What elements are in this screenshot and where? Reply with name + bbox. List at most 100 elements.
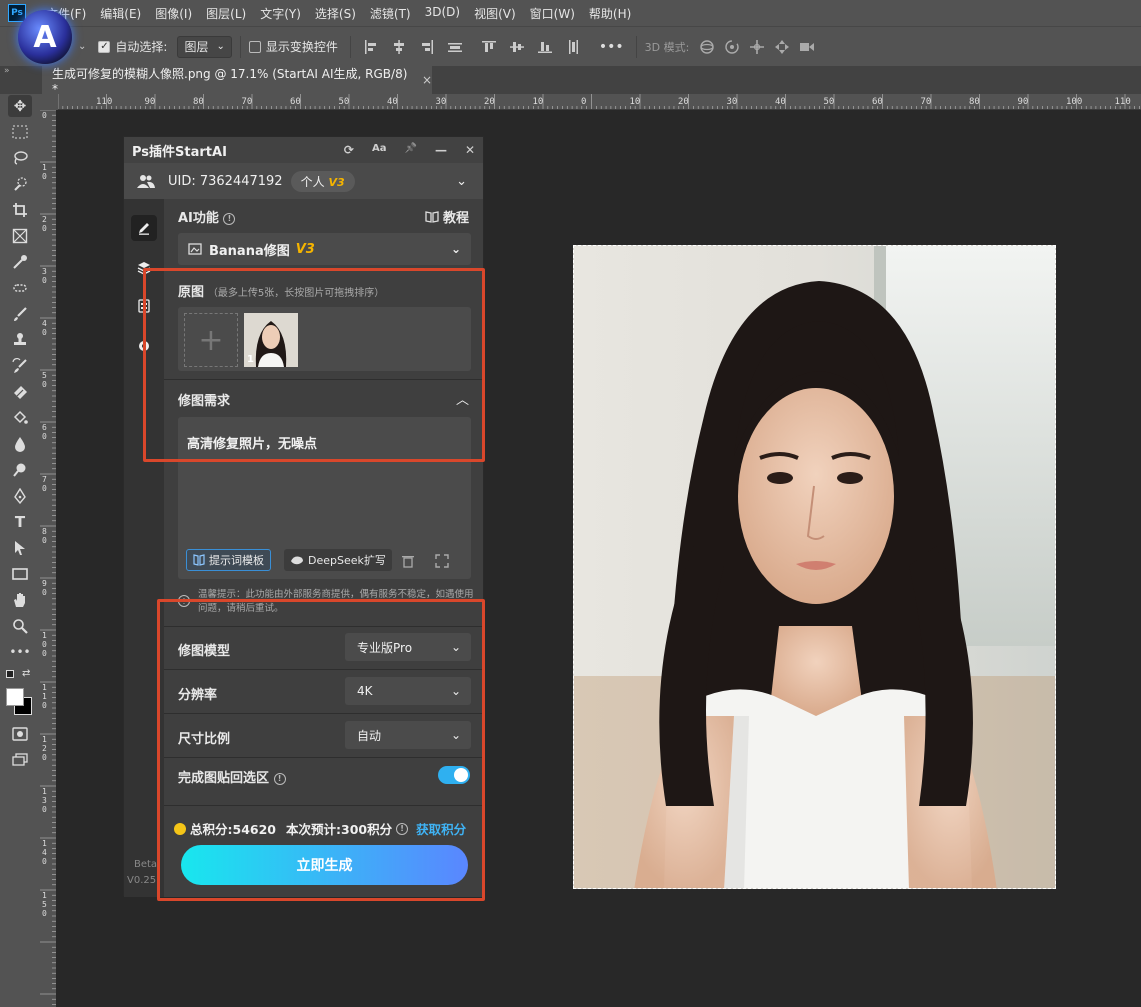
history-brush-tool-icon[interactable] (8, 355, 32, 377)
close-icon[interactable]: ✕ (465, 143, 475, 157)
menu-layer[interactable]: 图层(L) (206, 5, 246, 22)
ai-function-label: AI功能 (178, 211, 219, 226)
eyedropper-tool-icon[interactable] (8, 251, 32, 273)
version-label: V0.25. (127, 875, 160, 886)
menu-view[interactable]: 视图(V) (474, 5, 516, 22)
deepseek-expand-button[interactable]: DeepSeek扩写 (284, 549, 392, 571)
rectangle-tool-icon[interactable] (8, 563, 32, 585)
menu-edit[interactable]: 编辑(E) (100, 5, 141, 22)
tool-preset-chevron-icon[interactable]: ⌄ (78, 41, 86, 52)
ruler-label: 0 (42, 224, 47, 233)
screen-mode-icon[interactable] (8, 749, 32, 771)
panel-collapse-icon[interactable]: » (4, 66, 10, 76)
distribute-horizontal-icon[interactable] (447, 39, 463, 55)
align-middle-icon[interactable] (509, 39, 525, 55)
dodge-tool-icon[interactable] (8, 459, 32, 481)
plan-badge: 个人 V3 (290, 170, 355, 192)
ruler-label: 20 (678, 97, 689, 107)
blur-tool-icon[interactable] (8, 433, 32, 455)
minimize-icon[interactable]: — (435, 143, 447, 157)
menu-type[interactable]: 文字(Y) (260, 5, 301, 22)
foreground-color-swatch[interactable] (6, 688, 24, 706)
swap-colors-icon[interactable]: ⇄ (22, 668, 30, 679)
type-tool-icon[interactable]: T (8, 511, 32, 533)
lasso-tool-icon[interactable] (8, 147, 32, 169)
quick-mask-icon[interactable] (8, 723, 32, 745)
menu-help[interactable]: 帮助(H) (589, 5, 631, 22)
paint-bucket-tool-icon[interactable] (8, 407, 32, 429)
align-bottom-icon[interactable] (537, 39, 553, 55)
fullscreen-icon[interactable] (435, 554, 449, 568)
ruler-label: 110 (1115, 97, 1131, 107)
path-selection-tool-icon[interactable] (8, 537, 32, 559)
chevron-down-icon: ⌄ (216, 41, 225, 52)
3d-camera-icon[interactable] (799, 39, 815, 55)
zoom-tool-icon[interactable] (8, 615, 32, 637)
menu-image[interactable]: 图像(I) (155, 5, 192, 22)
quick-selection-tool-icon[interactable] (8, 173, 32, 195)
info-icon[interactable]: ! (223, 212, 236, 225)
auto-select-dropdown[interactable]: 图层 ⌄ (177, 35, 232, 58)
font-size-icon[interactable]: Aa (372, 143, 387, 157)
ruler-label: 4 (42, 319, 47, 328)
distribute-vertical-icon[interactable] (565, 39, 581, 55)
delete-icon[interactable] (401, 554, 415, 568)
3d-orbit-icon[interactable] (699, 39, 715, 55)
ruler-corner (40, 94, 58, 110)
crop-tool-icon[interactable] (8, 199, 32, 221)
3d-pan-icon[interactable] (749, 39, 765, 55)
3d-slide-icon[interactable] (774, 39, 790, 55)
move-tool-icon[interactable]: ✥ (8, 95, 32, 117)
pin-icon[interactable]: 📌 (404, 143, 416, 157)
3d-roll-icon[interactable] (724, 39, 740, 55)
eraser-tool-icon[interactable] (8, 381, 32, 403)
horizontal-ruler[interactable]: 110 90 80 70 60 50 40 30 20 10 0 10 20 30 40 50 60 70 80 90… (58, 94, 1141, 110)
menu-filter[interactable]: 滤镜(T) (370, 5, 411, 22)
hand-tool-icon[interactable] (8, 589, 32, 611)
menu-items: 文件(F) 编辑(E) 图像(I) 图层(L) 文字(Y) 选择(S) 滤镜(T… (46, 5, 631, 22)
clone-stamp-tool-icon[interactable] (8, 329, 32, 351)
menu-bar: Ps 文件(F) 编辑(E) 图像(I) 图层(L) 文字(Y) 选择(S) 滤… (0, 0, 1141, 26)
edit-icon[interactable] (131, 215, 157, 241)
ruler-label: 0 (42, 805, 47, 814)
panel-titlebar[interactable]: Ps插件StartAI ⟳ Aa 📌 — ✕ (124, 137, 483, 163)
menu-window[interactable]: 窗口(W) (530, 5, 575, 22)
marquee-tool-icon[interactable] (8, 121, 32, 143)
ai-function-dropdown[interactable]: Banana修图 V3 ⌄ (178, 233, 471, 265)
align-left-icon[interactable] (363, 39, 379, 55)
more-options-icon[interactable]: ••• (599, 39, 624, 55)
show-transform-checkbox[interactable] (248, 40, 261, 53)
chevron-down-icon: ⌄ (450, 242, 461, 256)
refresh-icon[interactable]: ⟳ (344, 143, 354, 157)
ruler-label: 30 (436, 97, 447, 107)
deepseek-expand-label: DeepSeek扩写 (308, 554, 386, 567)
healing-brush-tool-icon[interactable] (8, 277, 32, 299)
frame-tool-icon[interactable] (8, 225, 32, 247)
document-tab[interactable]: 生成可修复的模糊人像照.png @ 17.1% (StartAI AI生成, R… (42, 66, 432, 96)
ai-function-version: V3 (295, 241, 315, 257)
menu-3d[interactable]: 3D(D) (425, 5, 460, 22)
default-colors-icon[interactable] (6, 670, 14, 678)
edit-toolbar-icon[interactable]: ••• (8, 641, 32, 663)
canvas-portrait-image[interactable] (573, 245, 1056, 889)
align-center-icon[interactable] (391, 39, 407, 55)
prompt-template-label: 提示词模板 (209, 554, 264, 567)
ruler-label: 0 (42, 111, 47, 120)
auto-select-checkbox[interactable]: ✓ (98, 40, 111, 53)
menu-select[interactable]: 选择(S) (315, 5, 356, 22)
ruler-label: 2 (42, 215, 47, 224)
brush-tool-icon[interactable] (8, 303, 32, 325)
ruler-label: 9 (42, 579, 47, 588)
pen-tool-icon[interactable] (8, 485, 32, 507)
prompt-template-button[interactable]: 提示词模板 (186, 549, 271, 571)
align-top-icon[interactable] (481, 39, 497, 55)
account-bar[interactable]: UID: 7362447192 个人 V3 ⌄ (124, 163, 483, 199)
ruler-label: 1 (42, 692, 47, 701)
chevron-down-icon[interactable]: ⌄ (456, 174, 467, 189)
ruler-label: 0 (42, 701, 47, 710)
tutorial-link[interactable]: 教程 (425, 207, 469, 226)
tutorial-label: 教程 (442, 211, 469, 226)
vertical-ruler[interactable]: 0102030405060708090100110120130140150 (40, 110, 56, 1007)
align-right-icon[interactable] (419, 39, 435, 55)
close-tab-icon[interactable]: × (422, 73, 432, 87)
